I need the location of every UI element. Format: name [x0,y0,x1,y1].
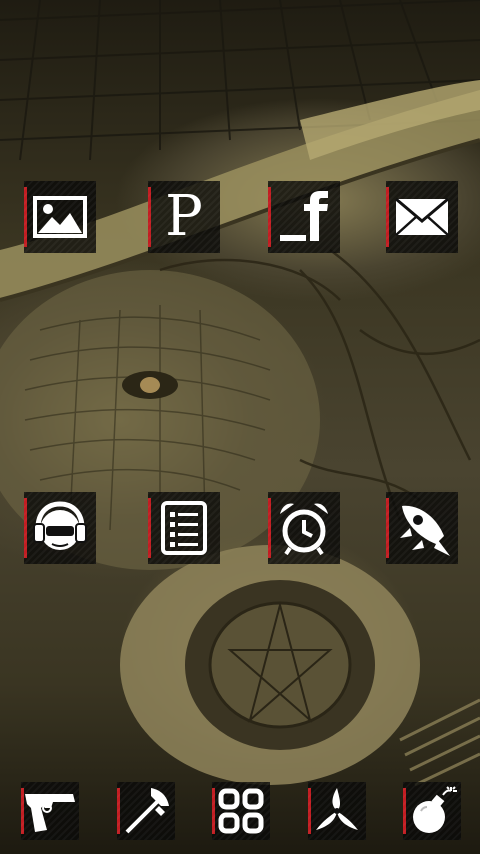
rocket-app-icon[interactable] [386,492,458,564]
notes-list-icon [161,501,207,555]
pinterest-app-icon[interactable]: P [148,181,220,253]
wallpaper [0,0,480,854]
gallery-app-icon[interactable] [24,181,96,253]
dock-shuriken[interactable] [308,782,366,840]
axe-icon [125,788,169,834]
gallery-icon [33,196,87,238]
pistol-icon [25,794,75,832]
email-icon [395,197,449,236]
dock-axe[interactable] [117,782,175,840]
app-drawer-icon [218,788,264,834]
email-app-icon[interactable] [386,181,458,253]
rocket-icon [400,505,450,556]
facebook-app-icon[interactable] [268,181,340,253]
shuriken-icon [316,788,358,830]
dock-bomb[interactable] [403,782,461,840]
music-app-icon[interactable] [24,492,96,564]
alarm-app-icon[interactable] [268,492,340,564]
pinterest-icon: P [165,184,203,249]
dock-app-drawer[interactable] [212,782,270,840]
music-headphones-icon [33,501,87,550]
alarm-clock-icon [280,503,328,556]
notes-app-icon[interactable] [148,492,220,564]
dock-pistol[interactable] [21,782,79,840]
bomb-icon [413,786,457,833]
facebook-icon [280,191,328,241]
